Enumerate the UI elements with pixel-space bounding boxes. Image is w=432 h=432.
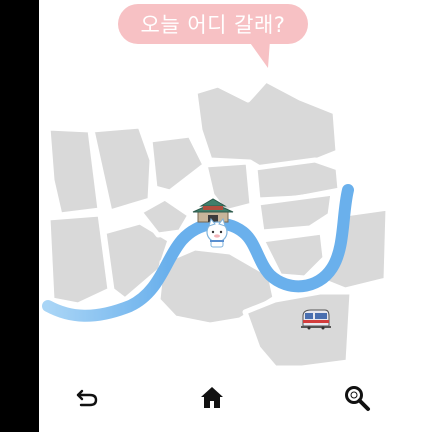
speech-bubble: 오늘 어디 갈래? xyxy=(118,4,308,44)
speech-bubble-tail xyxy=(248,40,270,68)
search-icon xyxy=(345,386,370,411)
district-west-lower[interactable] xyxy=(45,211,113,308)
train-icon[interactable] xyxy=(301,309,331,330)
district-north[interactable] xyxy=(192,77,341,171)
speech-bubble-text: 오늘 어디 갈래? xyxy=(140,13,286,37)
back-arrow-icon xyxy=(76,389,98,407)
cat-mascot-icon[interactable] xyxy=(206,217,228,248)
search-button[interactable] xyxy=(337,378,377,418)
left-black-bar xyxy=(0,0,39,432)
home-icon xyxy=(201,387,223,408)
bottom-nav xyxy=(0,378,432,422)
district-north-center-left[interactable] xyxy=(147,132,208,195)
home-button[interactable] xyxy=(192,378,232,418)
back-button[interactable] xyxy=(67,378,107,418)
district-southeast[interactable] xyxy=(242,289,355,371)
city-map xyxy=(42,77,391,371)
